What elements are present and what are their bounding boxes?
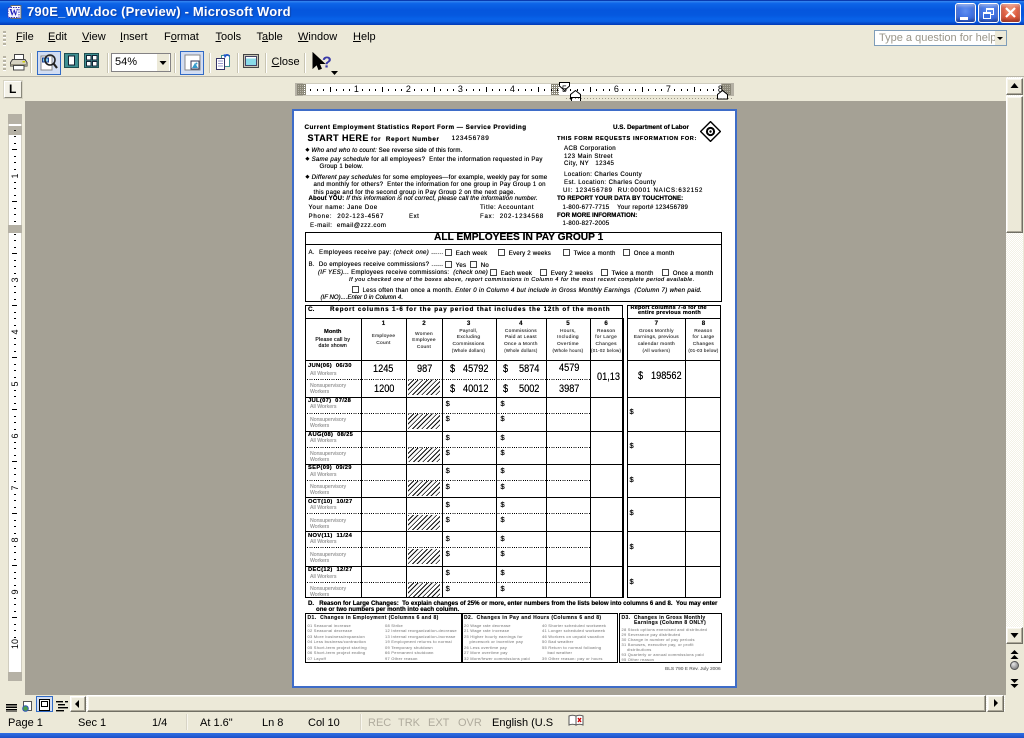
svg-text:W: W — [9, 8, 18, 18]
